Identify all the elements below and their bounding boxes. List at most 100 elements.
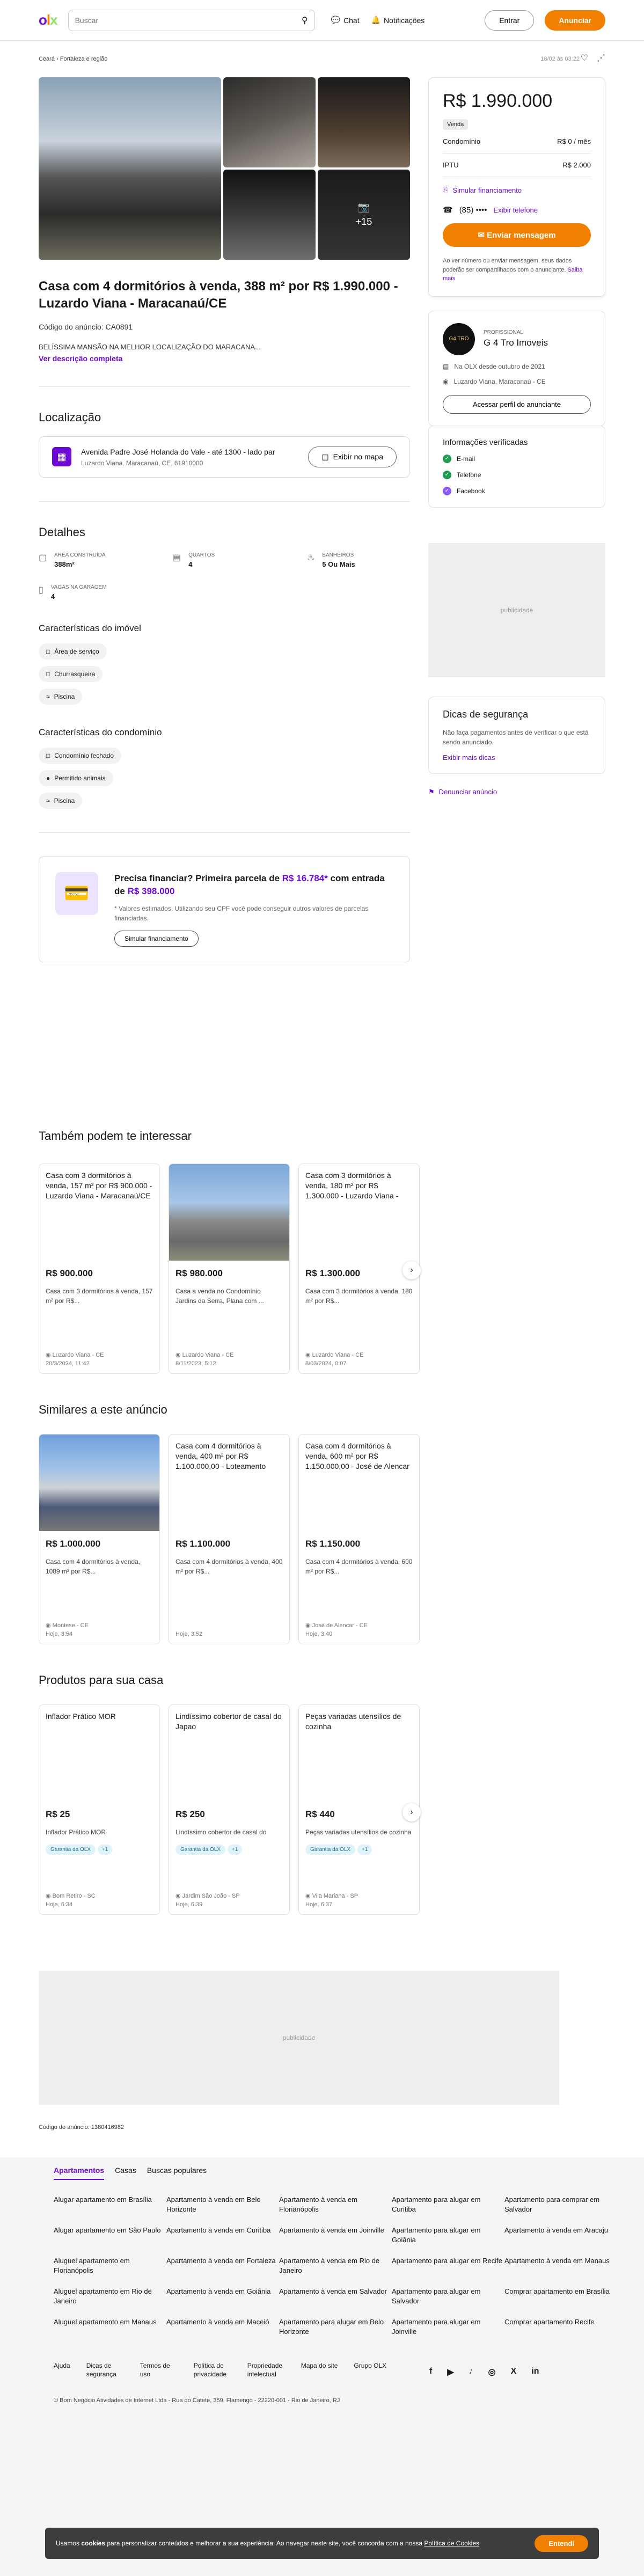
privacy-link[interactable]: Política de privacidade (194, 2361, 231, 2379)
footer-link[interactable]: Apartamento à venda em Aracaju (504, 2226, 617, 2244)
footer-link[interactable]: Apartamento para alugar em Recife (392, 2256, 504, 2275)
listing-card[interactable]: Casa com 4 dormitórios à venda, 400 m² p… (169, 1434, 290, 1644)
pin-icon: ◉ (305, 1622, 311, 1629)
sitemap-link[interactable]: Mapa do site (301, 2361, 338, 2379)
pin-icon: ◉ (46, 1893, 51, 1899)
product-card[interactable]: Lindíssimo cobertor de casal do Japao R$… (169, 1704, 290, 1915)
footer-link[interactable]: Apartamento à venda em Goiânia (166, 2287, 279, 2306)
breadcrumb[interactable]: Ceará › Fortaleza e região (39, 56, 107, 62)
youtube-icon[interactable]: ▶ (447, 2367, 453, 2377)
simulate-finance-button[interactable]: Simular financiamento (114, 931, 199, 947)
more-photos-count: +15 (355, 216, 372, 227)
footer-link[interactable]: Apartamento para alugar em Goiânia (392, 2226, 504, 2244)
footer-link[interactable]: Apartamento à venda em Belo Horizonte (166, 2195, 279, 2214)
footer-link[interactable]: Apartamento à venda em Florianópolis (279, 2195, 392, 2214)
accept-cookies-button[interactable]: Entendi (535, 2535, 588, 2552)
top-header: olx ⚲ 💬Chat 🔔Notificações Entrar Anuncia… (0, 0, 644, 41)
footer-link[interactable]: Apartamento para alugar em Joinville (392, 2317, 504, 2336)
chevron-right-icon[interactable]: › (402, 1261, 421, 1279)
footer-link[interactable]: Apartamento à venda em Salvador (279, 2287, 392, 2306)
footer-link[interactable]: Apartamento à venda em Curitiba (166, 2226, 279, 2244)
search-input[interactable] (75, 16, 302, 25)
seller-profile-button[interactable]: Acessar perfil do anunciante (443, 394, 591, 414)
search-bar[interactable]: ⚲ (68, 9, 315, 31)
seller-avatar[interactable]: G4 TRO (443, 323, 475, 355)
location-card: ▦ Avenida Padre José Holanda do Vale - a… (39, 436, 410, 478)
footer-link[interactable]: Apartamento para alugar em Curitiba (392, 2195, 504, 2214)
cookie-banner: Usamos cookies para personalizar conteúd… (45, 2528, 599, 2559)
tab-houses[interactable]: Casas (115, 2166, 136, 2180)
footer-link[interactable]: Comprar apartamento Recife (504, 2317, 617, 2336)
search-icon[interactable]: ⚲ (302, 15, 308, 26)
tab-apartments[interactable]: Apartamentos (54, 2166, 105, 2180)
photo-5[interactable]: 📷 +15 (318, 170, 410, 260)
footer-link[interactable]: Apartamento à venda em Joinville (279, 2226, 392, 2244)
service-area-icon: □ (46, 647, 50, 655)
chat-link[interactable]: 💬 Chat (331, 16, 360, 25)
notifications-link[interactable]: 🔔 Notificações (371, 16, 425, 25)
tab-popular-searches[interactable]: Buscas populares (147, 2166, 207, 2180)
terms-link[interactable]: Termos de uso (140, 2361, 178, 2379)
ip-link[interactable]: Propriedade intelectual (247, 2361, 285, 2379)
bottom-ad[interactable]: publicidade (39, 1971, 559, 2105)
chevron-right-icon[interactable]: › (402, 1803, 421, 1821)
main-photo[interactable] (39, 77, 221, 260)
main-content: 📷 +15 Casa com 4 dormitórios à venda, 388… (39, 77, 410, 963)
footer-link[interactable]: Apartamento para comprar em Salvador (504, 2195, 617, 2214)
see-full-description-link[interactable]: Ver descrição completa (39, 354, 410, 363)
footer-link[interactable]: Apartamento à venda em Maceió (166, 2317, 279, 2336)
footer-link[interactable]: Apartamento à venda em Manaus (504, 2256, 617, 2275)
ad-code: Código do anúncio: 1380416982 (39, 2124, 125, 2131)
feature-chip: □ Churrasqueira (39, 665, 103, 682)
group-link[interactable]: Grupo OLX (354, 2361, 386, 2379)
photo-gallery[interactable]: 📷 +15 (39, 77, 410, 260)
grill-icon: □ (46, 670, 50, 678)
listing-photo (169, 1164, 289, 1261)
show-phone-link[interactable]: Exibir telefone (494, 206, 538, 214)
calendar-icon: ▤ (443, 362, 449, 370)
listing-card[interactable]: R$ 1.000.000 Casa com 4 dormitórios à ve… (39, 1434, 160, 1644)
footer-link[interactable]: Apartamento à venda em Rio de Janeiro (279, 2256, 392, 2275)
instagram-icon[interactable]: ◎ (488, 2367, 496, 2377)
listing-card[interactable]: Casa com 3 dormitórios à venda, 180 m² p… (298, 1163, 420, 1374)
footer-link[interactable]: Aluguel apartamento em Rio de Janeiro (54, 2287, 166, 2306)
more-tips-link[interactable]: Exibir mais dicas (443, 753, 591, 762)
listing-card[interactable]: R$ 980.000 Casa a venda no Condomínio Ja… (169, 1163, 290, 1374)
pin-icon: ◉ (305, 1893, 311, 1899)
product-card[interactable]: Peças variadas utensílios de cozinha R$ … (298, 1704, 420, 1915)
footer-link[interactable]: Aluguel apartamento em Florianópolis (54, 2256, 166, 2275)
listing-title: Casa com 4 dormitórios à venda, 388 m² p… (39, 279, 398, 311)
footer-link[interactable]: Apartamento para alugar em Salvador (392, 2287, 504, 2306)
photo-4[interactable] (223, 170, 316, 260)
help-link[interactable]: Ajuda (54, 2361, 70, 2379)
cookie-policy-link[interactable]: Política de Cookies (424, 2540, 479, 2547)
listing-card[interactable]: Casa com 4 dormitórios à venda, 600 m² p… (298, 1434, 420, 1644)
footer-link[interactable]: Alugar apartamento em Brasília (54, 2195, 166, 2214)
photo-3[interactable] (318, 77, 410, 167)
seller-name[interactable]: G 4 Tro Imoveis (484, 338, 548, 348)
x-icon[interactable]: X (511, 2367, 517, 2377)
announce-button[interactable]: Anunciar (545, 10, 605, 31)
heart-icon[interactable]: ♡ (581, 53, 588, 63)
login-button[interactable]: Entrar (485, 10, 535, 31)
listing-card[interactable]: Casa com 3 dormitórios à venda, 157 m² p… (39, 1163, 160, 1374)
footer-link[interactable]: Apartamento para alugar em Belo Horizont… (279, 2317, 392, 2336)
share-icon[interactable]: ⋰ (597, 53, 605, 63)
linkedin-icon[interactable]: in (531, 2367, 539, 2377)
footer-link[interactable]: Comprar apartamento em Brasília (504, 2287, 617, 2306)
sidebar-ad[interactable]: publicidade (428, 543, 605, 677)
simulate-finance-link[interactable]: ⎘ Simular financiamento (443, 186, 591, 194)
tiktok-icon[interactable]: ♪ (469, 2367, 473, 2377)
car-icon: ▯ (39, 585, 43, 595)
report-ad-link[interactable]: ⚑ Denunciar anúncio (428, 788, 605, 796)
show-map-button[interactable]: ▤ Exibir no mapa (308, 446, 397, 467)
send-message-button[interactable]: ✉ Enviar mensagem (443, 223, 591, 247)
footer-link[interactable]: Aluguel apartamento em Manaus (54, 2317, 166, 2336)
photo-2[interactable] (223, 77, 316, 167)
facebook-icon[interactable]: f (429, 2367, 432, 2377)
product-card[interactable]: Inflador Prático MOR R$ 25 Inflador Prát… (39, 1704, 160, 1915)
safety-link[interactable]: Dicas de segurança (86, 2361, 124, 2379)
footer-link[interactable]: Apartamento à venda em Fortaleza (166, 2256, 279, 2275)
footer-link[interactable]: Alugar apartamento em São Paulo (54, 2226, 166, 2244)
olx-logo[interactable]: olx (39, 12, 58, 28)
